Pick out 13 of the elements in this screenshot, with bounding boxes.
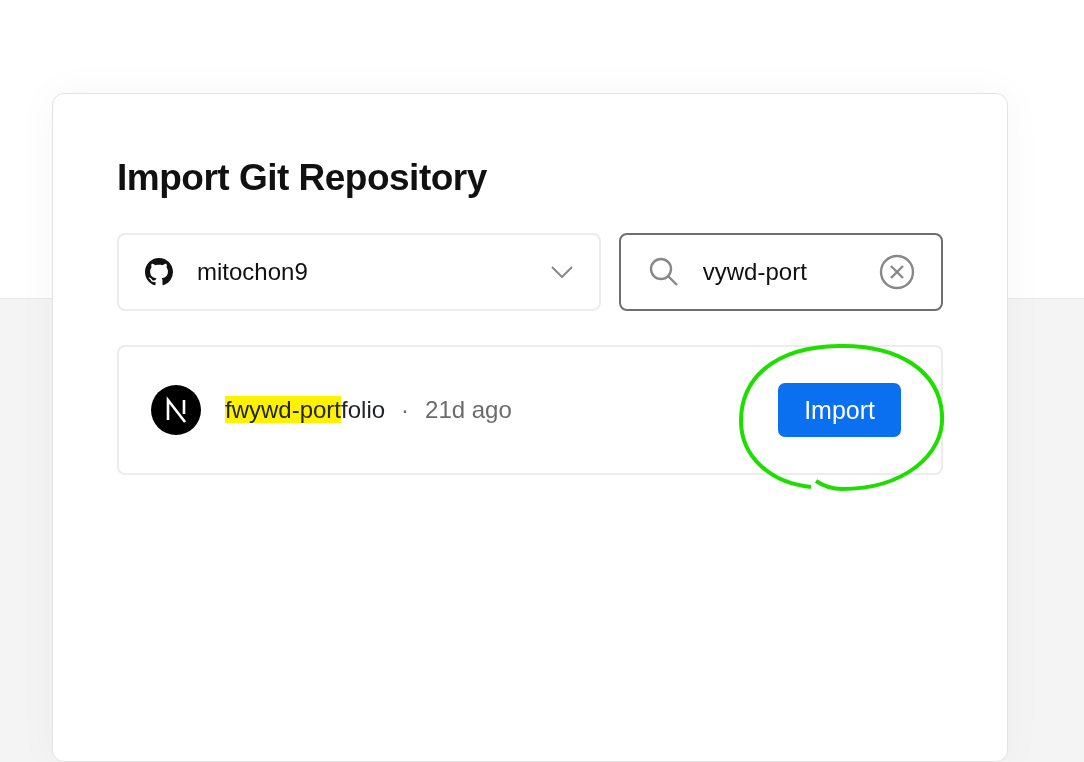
framework-logo-icon — [151, 384, 201, 435]
search-icon — [648, 256, 679, 287]
account-name: mitochon9 — [197, 256, 309, 287]
chevron-down-icon — [550, 265, 573, 278]
account-select[interactable]: mitochon9 — [117, 232, 601, 311]
import-button[interactable]: Import — [778, 382, 901, 437]
updated-time: 21d ago — [425, 394, 513, 425]
search-input[interactable]: vywd-port — [702, 253, 879, 290]
separator-dot: · — [401, 394, 410, 425]
search-field[interactable]: vywd-port — [618, 232, 943, 311]
github-icon — [145, 257, 173, 286]
page-title: Import Git Repository — [117, 158, 488, 199]
clear-icon[interactable] — [879, 253, 915, 290]
